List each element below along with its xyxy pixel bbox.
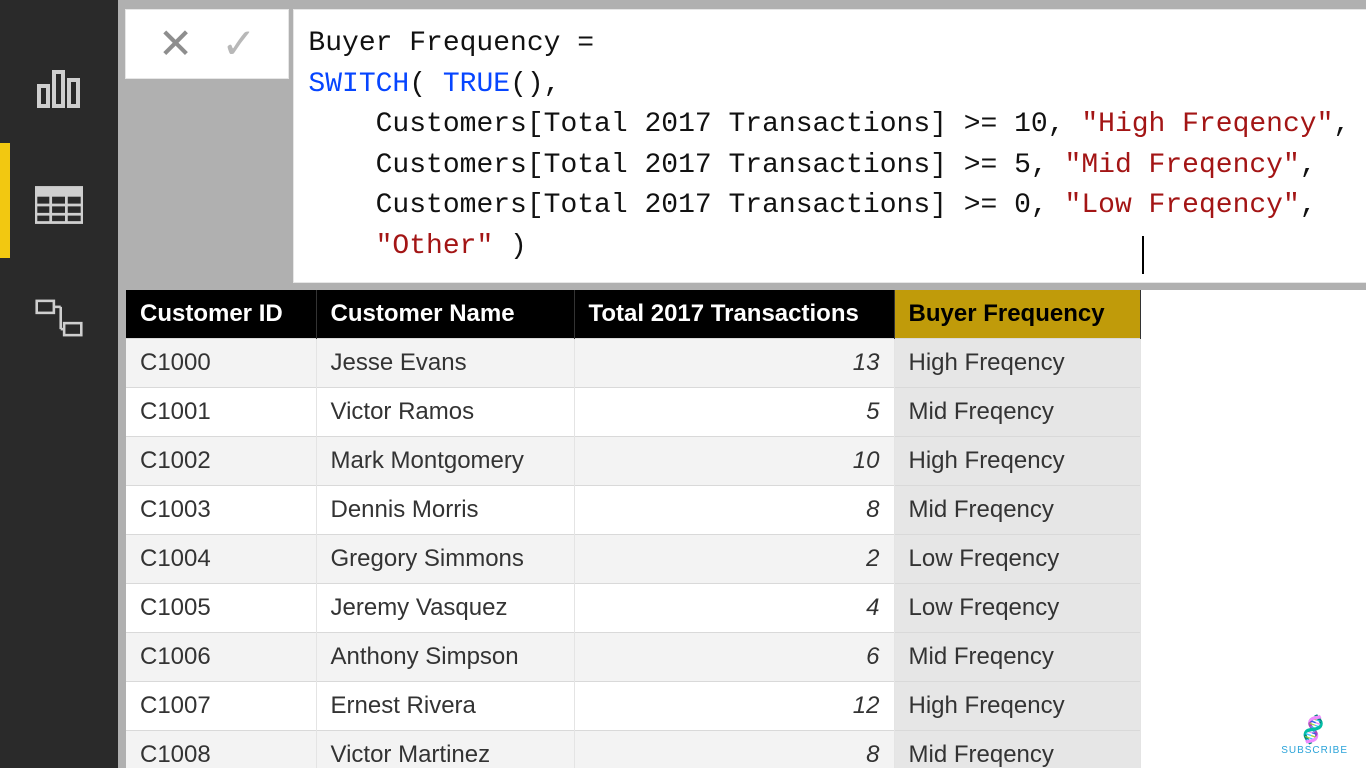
- formula-controls: ✕ ✓: [126, 10, 288, 78]
- cell-freq[interactable]: Low Freqency: [894, 583, 1140, 632]
- table-row[interactable]: C1007Ernest Rivera12High Freqency: [126, 681, 1140, 730]
- cell-id[interactable]: C1005: [126, 583, 316, 632]
- switch-keyword: SWITCH: [308, 69, 409, 100]
- cell-freq[interactable]: Low Freqency: [894, 534, 1140, 583]
- cell-name[interactable]: Dennis Morris: [316, 485, 574, 534]
- cell-name[interactable]: Jeremy Vasquez: [316, 583, 574, 632]
- bar-chart-icon: [35, 62, 83, 110]
- comma-2: ,: [1300, 150, 1317, 181]
- cell-name[interactable]: Victor Ramos: [316, 387, 574, 436]
- cell-id[interactable]: C1000: [126, 338, 316, 387]
- cell-id[interactable]: C1007: [126, 681, 316, 730]
- string-mid: "Mid Freqency": [1065, 150, 1300, 181]
- condition-1: Customers[Total 2017 Transactions] >= 10…: [376, 109, 1082, 140]
- cell-id[interactable]: C1006: [126, 632, 316, 681]
- formula-row: ✕ ✓ Buyer Frequency = SWITCH( TRUE(), Cu…: [118, 0, 1366, 282]
- cell-id[interactable]: C1001: [126, 387, 316, 436]
- text-cursor-icon: [1142, 236, 1144, 274]
- commit-formula-button[interactable]: ✓: [207, 23, 270, 65]
- paren-open: (: [409, 69, 443, 100]
- cell-tx[interactable]: 5: [574, 387, 894, 436]
- indent: [308, 190, 375, 221]
- paren-close: ): [493, 231, 527, 262]
- cell-name[interactable]: Mark Montgomery: [316, 436, 574, 485]
- condition-2: Customers[Total 2017 Transactions] >= 5,: [376, 150, 1065, 181]
- cell-freq[interactable]: High Freqency: [894, 436, 1140, 485]
- cell-freq[interactable]: Mid Freqency: [894, 387, 1140, 436]
- cell-id[interactable]: C1004: [126, 534, 316, 583]
- table-row[interactable]: C1000Jesse Evans13High Freqency: [126, 338, 1140, 387]
- comma-3: ,: [1300, 190, 1317, 221]
- cell-name[interactable]: Gregory Simmons: [316, 534, 574, 583]
- measure-name: Buyer Frequency: [308, 28, 560, 59]
- cell-tx[interactable]: 6: [574, 632, 894, 681]
- header-customer-id[interactable]: Customer ID: [126, 290, 316, 339]
- table-row[interactable]: C1001Victor Ramos5Mid Freqency: [126, 387, 1140, 436]
- cell-freq[interactable]: Mid Freqency: [894, 485, 1140, 534]
- cell-tx[interactable]: 12: [574, 681, 894, 730]
- true-call: (),: [510, 69, 560, 100]
- indent: [308, 150, 375, 181]
- relationship-icon: [35, 292, 83, 340]
- cell-tx[interactable]: 8: [574, 730, 894, 768]
- cell-tx[interactable]: 10: [574, 436, 894, 485]
- header-customer-name[interactable]: Customer Name: [316, 290, 574, 339]
- cell-tx[interactable]: 13: [574, 338, 894, 387]
- condition-3: Customers[Total 2017 Transactions] >= 0,: [376, 190, 1065, 221]
- data-view-tab[interactable]: [0, 143, 118, 258]
- cell-freq[interactable]: Mid Freqency: [894, 730, 1140, 768]
- cell-tx[interactable]: 8: [574, 485, 894, 534]
- cell-freq[interactable]: Mid Freqency: [894, 632, 1140, 681]
- indent: [308, 231, 375, 262]
- table-row[interactable]: C1005Jeremy Vasquez4Low Freqency: [126, 583, 1140, 632]
- cell-id[interactable]: C1002: [126, 436, 316, 485]
- cell-name[interactable]: Anthony Simpson: [316, 632, 574, 681]
- cell-tx[interactable]: 2: [574, 534, 894, 583]
- table-grid-icon: [35, 177, 83, 225]
- main-area: ✕ ✓ Buyer Frequency = SWITCH( TRUE(), Cu…: [118, 0, 1366, 768]
- table-body: C1000Jesse Evans13High Freqency C1001Vic…: [126, 338, 1140, 768]
- table-row[interactable]: C1004Gregory Simmons2Low Freqency: [126, 534, 1140, 583]
- cell-id[interactable]: C1008: [126, 730, 316, 768]
- cell-name[interactable]: Victor Martinez: [316, 730, 574, 768]
- indent: [308, 109, 375, 140]
- table-row[interactable]: C1008Victor Martinez8Mid Freqency: [126, 730, 1140, 768]
- view-switcher-rail: [0, 0, 118, 768]
- cancel-formula-button[interactable]: ✕: [144, 23, 207, 65]
- table-row[interactable]: C1003Dennis Morris8Mid Freqency: [126, 485, 1140, 534]
- true-keyword: TRUE: [443, 69, 510, 100]
- comma-1: ,: [1333, 109, 1350, 140]
- report-view-tab[interactable]: [0, 28, 118, 143]
- cell-freq[interactable]: High Freqency: [894, 681, 1140, 730]
- data-table: Customer ID Customer Name Total 2017 Tra…: [126, 290, 1366, 768]
- table-header-row: Customer ID Customer Name Total 2017 Tra…: [126, 290, 1140, 339]
- subscribe-label: SUBSCRIBE: [1281, 745, 1348, 756]
- header-total-tx[interactable]: Total 2017 Transactions: [574, 290, 894, 339]
- cell-name[interactable]: Jesse Evans: [316, 338, 574, 387]
- cell-freq[interactable]: High Freqency: [894, 338, 1140, 387]
- string-high: "High Freqency": [1081, 109, 1333, 140]
- equals-sign: =: [560, 28, 610, 59]
- cell-name[interactable]: Ernest Rivera: [316, 681, 574, 730]
- table-row[interactable]: C1006Anthony Simpson6Mid Freqency: [126, 632, 1140, 681]
- dna-icon: 🧬: [1296, 712, 1333, 748]
- string-other: "Other": [376, 231, 494, 262]
- string-low: "Low Freqency": [1065, 190, 1300, 221]
- cell-id[interactable]: C1003: [126, 485, 316, 534]
- cell-tx[interactable]: 4: [574, 583, 894, 632]
- table-row[interactable]: C1002Mark Montgomery10High Freqency: [126, 436, 1140, 485]
- model-view-tab[interactable]: [0, 258, 118, 373]
- dax-formula-bar[interactable]: Buyer Frequency = SWITCH( TRUE(), Custom…: [294, 10, 1366, 282]
- header-buyer-frequency[interactable]: Buyer Frequency: [894, 290, 1140, 339]
- subscribe-watermark: 🧬 SUBSCRIBE: [1281, 717, 1348, 756]
